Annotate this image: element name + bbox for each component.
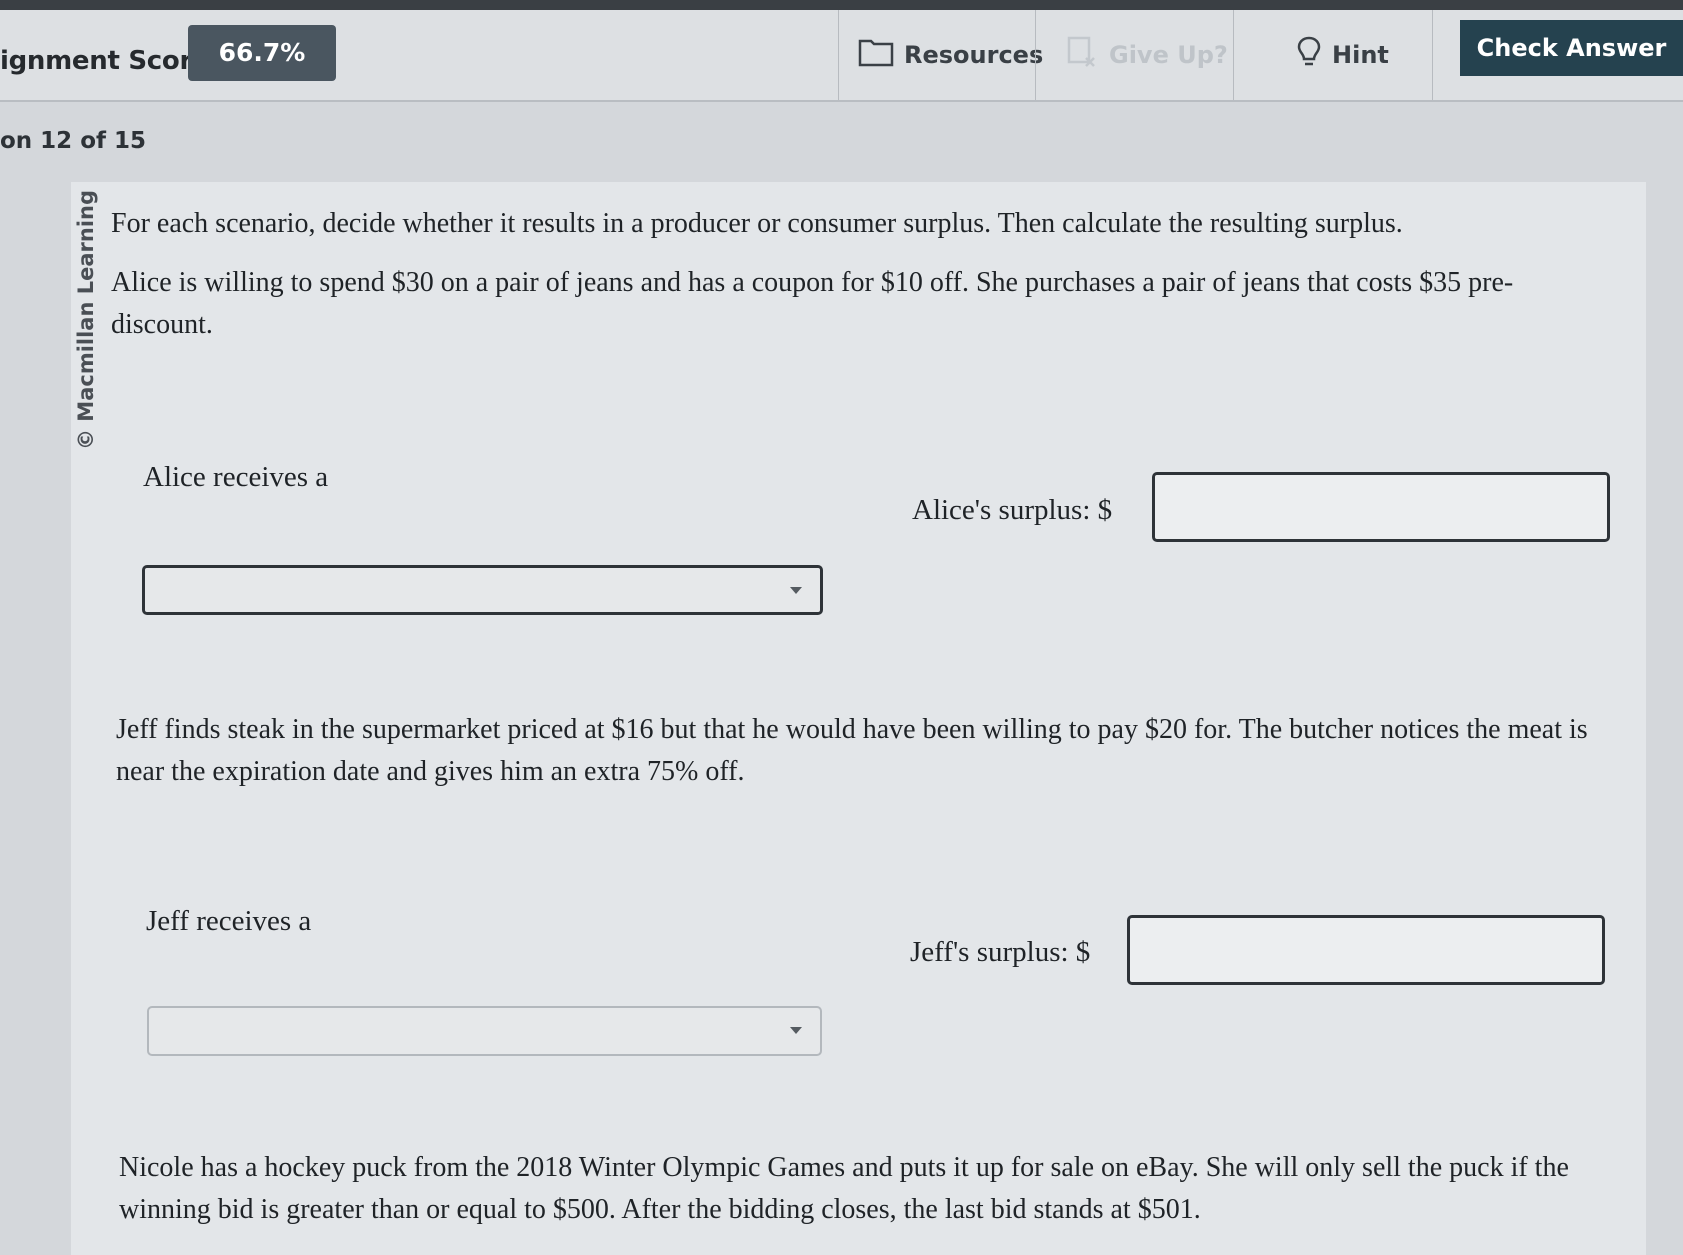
- alice-surplus-type-dropdown[interactable]: [142, 565, 823, 615]
- copyright-notice: © Macmillan Learning: [74, 189, 98, 450]
- top-edge: [0, 0, 1683, 10]
- scenario-text-alice: Alice is willing to spend $30 on a pair …: [111, 267, 1514, 340]
- lightbulb-icon: [1296, 35, 1322, 75]
- give-up-button[interactable]: Give Up?: [1067, 30, 1228, 80]
- jeff-receives-label: Jeff receives a: [146, 905, 312, 937]
- check-answer-button[interactable]: Check Answer: [1460, 20, 1683, 76]
- hint-label: Hint: [1332, 41, 1389, 69]
- scenario-text-nicole: Nicole has a hockey puck from the 2018 W…: [119, 1152, 1569, 1225]
- jeff-surplus-input[interactable]: [1127, 915, 1605, 985]
- assignment-score-badge: 66.7%: [188, 25, 336, 81]
- toolbar-divider: [1432, 10, 1433, 100]
- toolbar-divider: [1035, 10, 1036, 100]
- alice-surplus-input[interactable]: [1152, 472, 1610, 542]
- hint-button[interactable]: Hint: [1296, 30, 1389, 80]
- alice-surplus-label: Alice's surplus: $: [912, 494, 1113, 526]
- toolbar-divider: [838, 10, 839, 100]
- assignment-score-label: ignment Score:: [0, 46, 220, 76]
- toolbar-divider: [1233, 10, 1234, 100]
- assignment-toolbar: ignment Score: 66.7% Resources Give Up? …: [0, 10, 1683, 102]
- folder-icon: [858, 37, 894, 73]
- jeff-surplus-label: Jeff's surplus: $: [910, 936, 1091, 968]
- scenario-text-jeff: Jeff finds steak in the supermarket pric…: [116, 714, 1588, 787]
- give-up-icon: [1067, 36, 1099, 74]
- alice-receives-label: Alice receives a: [143, 461, 329, 493]
- resources-label: Resources: [904, 41, 1044, 69]
- question-instructions: For each scenario, decide whether it res…: [111, 208, 1403, 239]
- resources-button[interactable]: Resources: [858, 30, 1043, 80]
- give-up-label: Give Up?: [1109, 41, 1228, 69]
- question-counter: on 12 of 15: [0, 128, 147, 154]
- chevron-down-icon: [790, 1027, 802, 1034]
- jeff-surplus-type-dropdown[interactable]: [147, 1006, 822, 1056]
- chevron-down-icon: [790, 587, 802, 594]
